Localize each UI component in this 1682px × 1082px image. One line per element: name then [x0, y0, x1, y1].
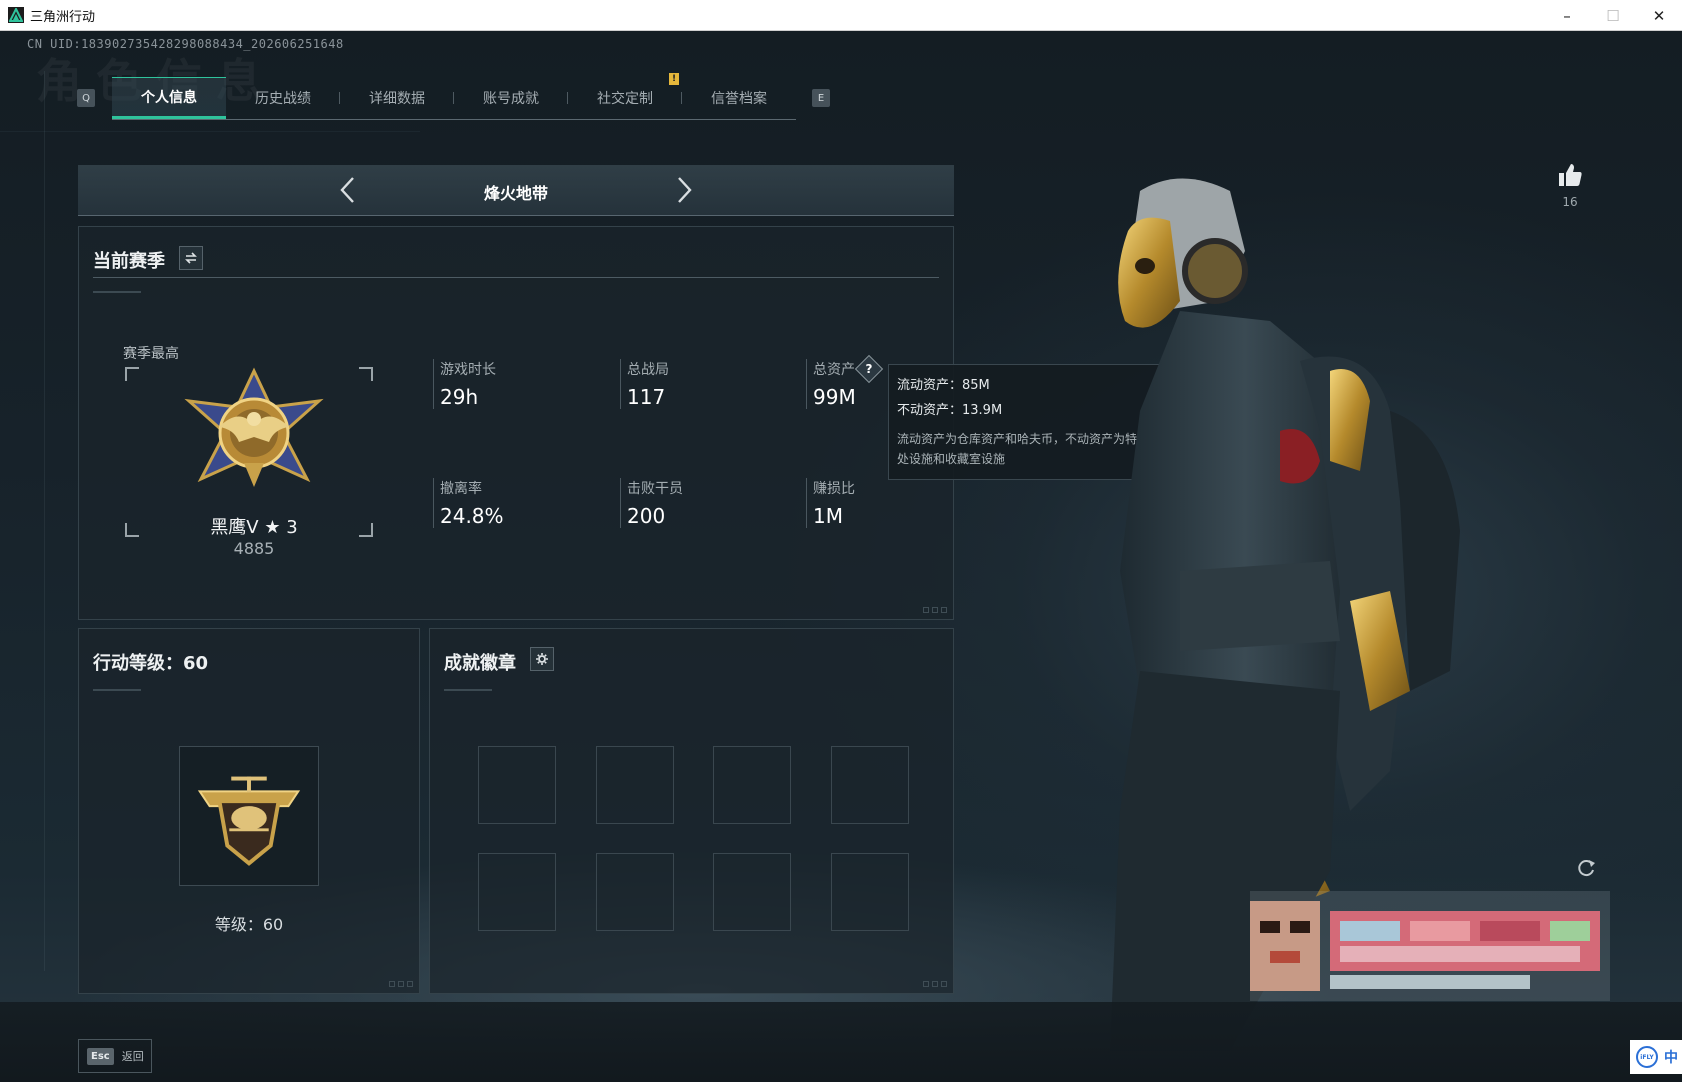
frame-corner — [359, 523, 373, 537]
uid-label: CN UID:183902735428298088434_20260625164… — [27, 37, 344, 51]
ime-mode-label: 中 — [1664, 1050, 1678, 1066]
tab-prev-key-hint[interactable]: Q — [77, 89, 95, 107]
badge-slot[interactable] — [478, 746, 556, 824]
helicopter-emblem-icon — [197, 776, 301, 866]
stat-value: 117 — [627, 385, 666, 409]
stat-label: 总战局 — [627, 362, 669, 378]
stat-value: 24.8% — [440, 504, 504, 528]
action-level-panel: 行动等级：60 等级：60 — [78, 628, 420, 994]
badge-slot[interactable] — [831, 853, 909, 931]
stat-operators-defeated: 击败干员 200 — [620, 478, 780, 528]
panel-corner-dots — [389, 981, 413, 987]
back-button[interactable]: Esc 返回 — [78, 1039, 152, 1073]
stat-value: 1M — [813, 504, 843, 528]
tab-reputation[interactable]: 信誉档案 — [682, 77, 796, 119]
close-button[interactable]: ✕ — [1636, 0, 1682, 31]
stat-label: 撤离率 — [440, 481, 482, 497]
panel-subline — [444, 689, 492, 691]
help-glyph: ? — [865, 362, 873, 376]
game-viewport: 角色信息 CN UID:183902735428298088434_202606… — [0, 31, 1682, 1082]
like-count: 16 — [1562, 195, 1578, 209]
frame-corner — [359, 367, 373, 381]
tab-label: 个人信息 — [141, 90, 197, 106]
swap-icon — [185, 252, 197, 264]
divider — [93, 277, 939, 278]
profile-tabs: 个人信息 历史战绩 详细数据 账号成就 社交定制 信誉档案 — [112, 77, 796, 120]
like-widget[interactable]: 16 — [1552, 161, 1588, 209]
tab-label: 社交定制 — [597, 91, 653, 107]
tab-label: 账号成就 — [483, 91, 539, 107]
tab-alert-badge: ! — [669, 73, 679, 85]
badge-slot[interactable] — [831, 746, 909, 824]
stat-value: 29h — [440, 385, 479, 409]
panel-title: 成就徽章 — [444, 653, 516, 674]
tab-next-key-hint[interactable]: E — [812, 89, 830, 107]
stat-play-time: 游戏时长 29h — [433, 359, 593, 409]
bottom-bar — [0, 1002, 1682, 1082]
maximize-button[interactable]: ☐ — [1590, 0, 1636, 31]
gear-icon — [536, 653, 548, 665]
tab-history[interactable]: 历史战绩 — [226, 77, 340, 119]
badge-slot[interactable] — [713, 746, 791, 824]
level-text: 等级：60 — [214, 915, 284, 934]
panel-title: 当前赛季 — [93, 251, 165, 272]
mode-name: 烽火地带 — [483, 184, 548, 203]
app-logo-icon — [8, 7, 24, 23]
tab-detailed-data[interactable]: 详细数据 — [340, 77, 454, 119]
window-title: 三角洲行动 — [30, 9, 96, 25]
panel-subline — [93, 291, 141, 293]
badge-slot[interactable] — [478, 853, 556, 931]
tab-personal-info[interactable]: 个人信息 — [112, 77, 226, 119]
panel-subline — [93, 689, 141, 691]
achievement-settings-button[interactable] — [530, 647, 554, 671]
season-highest-label: 赛季最高 — [123, 346, 179, 362]
mode-next-button[interactable] — [669, 175, 699, 205]
panel-corner-dots — [923, 607, 947, 613]
esc-key-hint: Esc — [87, 1047, 114, 1065]
tab-label: 详细数据 — [369, 91, 425, 107]
refresh-icon[interactable] — [1575, 857, 1597, 879]
stat-profit-loss-ratio: 赚损比 1M — [806, 478, 966, 528]
season-switch-button[interactable] — [179, 246, 203, 270]
tab-label: 历史战绩 — [255, 91, 311, 107]
level-emblem — [179, 746, 319, 886]
stat-value: 200 — [627, 504, 666, 528]
pixelated-name-card-image — [1250, 891, 1610, 1001]
rank-score: 4885 — [233, 539, 275, 558]
chevron-right-icon — [678, 177, 692, 203]
badge-slot[interactable] — [713, 853, 791, 931]
tab-achievements[interactable]: 账号成就 — [454, 77, 568, 119]
stat-label: 赚损比 — [813, 481, 855, 497]
achievement-badges-panel: 成就徽章 — [429, 628, 954, 994]
frame-corner — [125, 367, 139, 381]
stat-label: 游戏时长 — [440, 362, 496, 378]
tab-label: 信誉档案 — [711, 91, 767, 107]
rank-medal-icon — [184, 367, 324, 487]
grid-line — [0, 131, 420, 132]
stat-label: 击败干员 — [627, 481, 683, 497]
thumbs-up-icon — [1559, 164, 1582, 186]
grid-line — [44, 71, 45, 971]
panel-corner-dots — [923, 981, 947, 987]
stat-total-matches: 总战局 117 — [620, 359, 780, 409]
stat-extraction-rate: 撤离率 24.8% — [433, 478, 593, 528]
rank-name: 黑鹰V ★ 3 — [210, 517, 298, 538]
window-titlebar: 三角洲行动 – ☐ ✕ — [0, 0, 1682, 31]
badge-slot[interactable] — [596, 853, 674, 931]
back-label: 返回 — [121, 1050, 144, 1063]
ime-logo-icon: iFLY — [1636, 1046, 1658, 1068]
current-season-panel: 当前赛季 赛季最高 黑鹰V ★ 3 4885 游戏时长 29h 总战局 117 — [78, 226, 954, 620]
ime-indicator[interactable]: iFLY 中 — [1630, 1040, 1682, 1074]
badge-slot[interactable] — [596, 746, 674, 824]
minimize-button[interactable]: – — [1544, 0, 1590, 31]
mode-selector: 烽火地带 — [78, 165, 954, 216]
frame-corner — [125, 523, 139, 537]
tab-social-custom[interactable]: 社交定制 — [568, 77, 682, 119]
panel-title: 行动等级：60 — [93, 653, 209, 674]
window-controls: – ☐ ✕ — [1544, 0, 1682, 31]
